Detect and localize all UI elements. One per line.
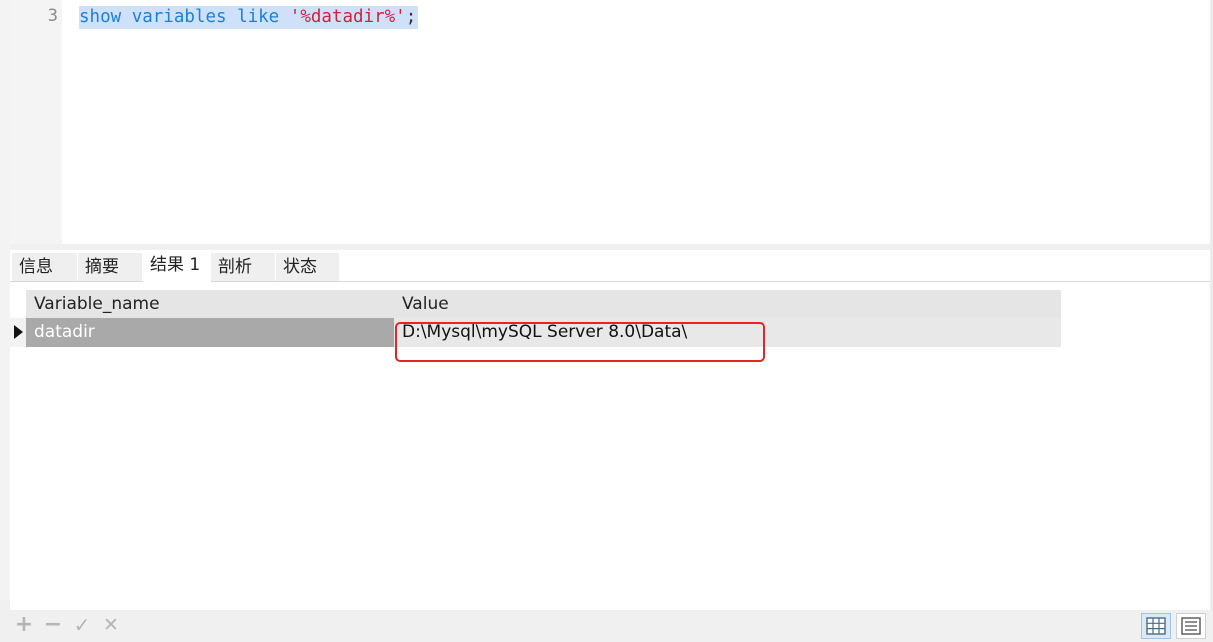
- tab-info[interactable]: 信息: [12, 253, 78, 281]
- keyword-variables: variables: [131, 7, 227, 27]
- code-line-3[interactable]: show variables like '%datadir%';: [79, 6, 419, 29]
- line-gutter: 3: [10, 0, 62, 244]
- left-edge: [0, 0, 10, 600]
- keyword-show: show: [79, 7, 122, 27]
- form-view-icon: [1181, 617, 1201, 635]
- result-grid: Variable_name Value datadir D:\Mysql\myS…: [10, 290, 1061, 362]
- tab-status[interactable]: 状态: [276, 253, 340, 281]
- sql-editor[interactable]: 3 show variables like '%datadir%';: [10, 0, 1210, 244]
- string-literal: '%datadir%': [289, 7, 406, 27]
- grid-view-button[interactable]: [1141, 613, 1171, 639]
- bottom-toolbar: + − ✓ ✕: [0, 610, 1213, 639]
- tab-profile[interactable]: 剖析: [211, 253, 276, 281]
- grid-header: Variable_name Value: [26, 290, 1061, 318]
- annotation-highlight-box: [395, 322, 765, 362]
- keyword-like: like: [237, 7, 280, 27]
- row-selector[interactable]: [10, 318, 26, 347]
- result-tabs: 信息 摘要 结果 1 剖析 状态: [10, 250, 1210, 282]
- discard-changes-button[interactable]: ✕: [100, 614, 122, 636]
- grid-view-icon: [1146, 617, 1166, 635]
- delete-record-button[interactable]: −: [42, 614, 64, 636]
- tab-summary[interactable]: 摘要: [78, 253, 143, 281]
- current-row-arrow-icon: [14, 325, 23, 339]
- column-header-variable-name[interactable]: Variable_name: [34, 290, 160, 318]
- form-view-button[interactable]: [1176, 613, 1206, 639]
- cell-variable-name[interactable]: datadir: [26, 318, 394, 347]
- result-grid-area: Variable_name Value datadir D:\Mysql\myS…: [10, 282, 1210, 610]
- tab-result-1[interactable]: 结果 1: [143, 250, 211, 282]
- add-record-button[interactable]: +: [13, 614, 35, 636]
- statement-terminator: ;: [405, 7, 417, 27]
- apply-changes-button[interactable]: ✓: [71, 614, 93, 636]
- column-header-value[interactable]: Value: [402, 290, 449, 318]
- line-number: 3: [47, 6, 58, 26]
